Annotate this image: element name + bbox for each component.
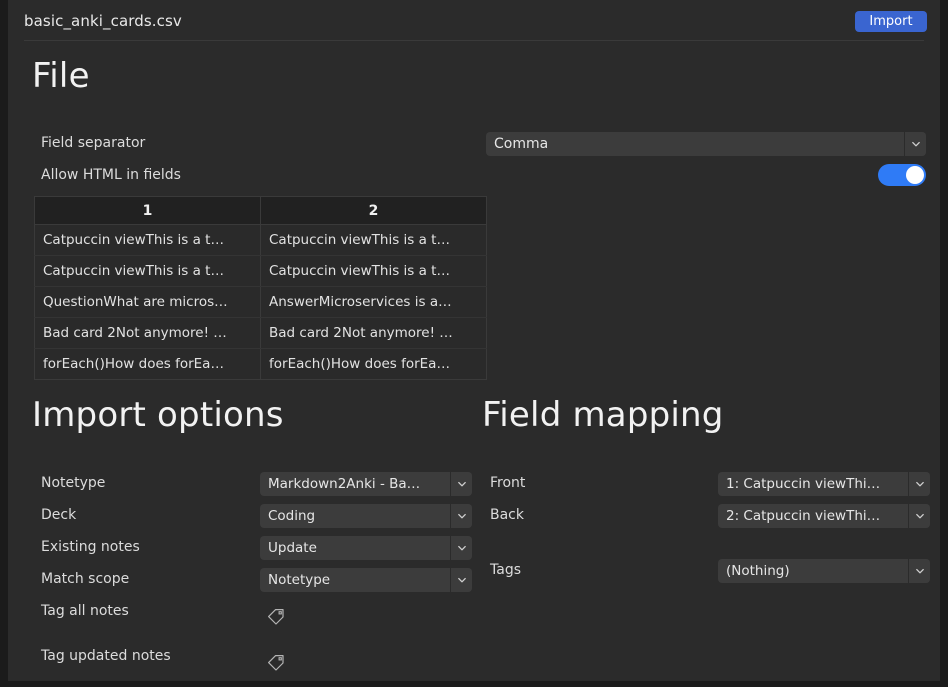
tag-updated-notes-label: Tag updated notes [41,648,171,664]
back-field-value: 2: Catpuccin viewThi… [718,504,908,528]
table-cell: forEach()How does forEa… [261,349,487,380]
notetype-select[interactable]: Markdown2Anki - Ba… [260,472,472,496]
table-cell: AnswerMicroservices is a… [261,287,487,318]
tags-field-select[interactable]: (Nothing) [718,559,930,583]
front-field-label: Front [490,475,525,491]
field-mapping-heading: Field mapping [482,395,724,435]
front-field-value: 1: Catpuccin viewThi… [718,472,908,496]
deck-label: Deck [41,507,76,523]
chevron-down-icon [450,536,472,560]
chevron-down-icon [450,568,472,592]
chevron-down-icon [908,504,930,528]
table-cell: Bad card 2Not anymore! … [35,318,261,349]
field-separator-value: Comma [486,132,904,156]
table-row: Catpuccin viewThis is a t… Catpuccin vie… [35,256,487,287]
file-section-heading: File [32,56,90,96]
field-separator-label: Field separator [41,135,145,151]
table-cell: QuestionWhat are micros… [35,287,261,318]
titlebar: basic_anki_cards.csv Import [8,0,940,40]
chevron-down-icon [908,472,930,496]
front-field-select[interactable]: 1: Catpuccin viewThi… [718,472,930,496]
match-scope-value: Notetype [260,568,450,592]
tags-field-label: Tags [490,562,521,578]
table-row: forEach()How does forEa… forEach()How do… [35,349,487,380]
deck-select[interactable]: Coding [260,504,472,528]
tag-icon[interactable] [267,608,285,626]
existing-notes-select[interactable]: Update [260,536,472,560]
table-cell: Catpuccin viewThis is a t… [35,256,261,287]
anki-import-window: basic_anki_cards.csv Import File Field s… [0,0,948,687]
table-row: Catpuccin viewThis is a t… Catpuccin vie… [35,225,487,256]
table-cell: Catpuccin viewThis is a t… [35,225,261,256]
column-header: 2 [261,197,487,225]
table-cell: Catpuccin viewThis is a t… [261,256,487,287]
allow-html-toggle[interactable] [878,164,926,186]
chevron-down-icon [450,472,472,496]
column-header: 1 [35,197,261,225]
notetype-label: Notetype [41,475,105,491]
field-separator-select[interactable]: Comma [486,132,926,156]
csv-preview-table: 1 2 Catpuccin viewThis is a t… Catpuccin… [34,196,487,380]
notetype-value: Markdown2Anki - Ba… [260,472,450,496]
table-row: QuestionWhat are micros… AnswerMicroserv… [35,287,487,318]
chevron-down-icon [904,132,926,156]
table-cell: Catpuccin viewThis is a t… [261,225,487,256]
allow-html-label: Allow HTML in fields [41,167,181,183]
page-body: basic_anki_cards.csv Import File Field s… [8,0,940,681]
titlebar-divider [24,40,924,41]
table-cell: forEach()How does forEa… [35,349,261,380]
tags-field-value: (Nothing) [718,559,908,583]
table-cell: Bad card 2Not anymore! … [261,318,487,349]
back-field-select[interactable]: 2: Catpuccin viewThi… [718,504,930,528]
existing-notes-label: Existing notes [41,539,140,555]
file-name-label: basic_anki_cards.csv [24,12,182,30]
deck-value: Coding [260,504,450,528]
toggle-knob [906,166,924,184]
match-scope-select[interactable]: Notetype [260,568,472,592]
chevron-down-icon [908,559,930,583]
chevron-down-icon [450,504,472,528]
tag-all-notes-label: Tag all notes [41,603,129,619]
match-scope-label: Match scope [41,571,129,587]
tag-icon[interactable] [267,654,285,672]
back-field-label: Back [490,507,524,523]
import-options-heading: Import options [32,395,284,435]
table-header-row: 1 2 [35,197,487,225]
existing-notes-value: Update [260,536,450,560]
table-row: Bad card 2Not anymore! … Bad card 2Not a… [35,318,487,349]
import-button[interactable]: Import [855,11,927,32]
